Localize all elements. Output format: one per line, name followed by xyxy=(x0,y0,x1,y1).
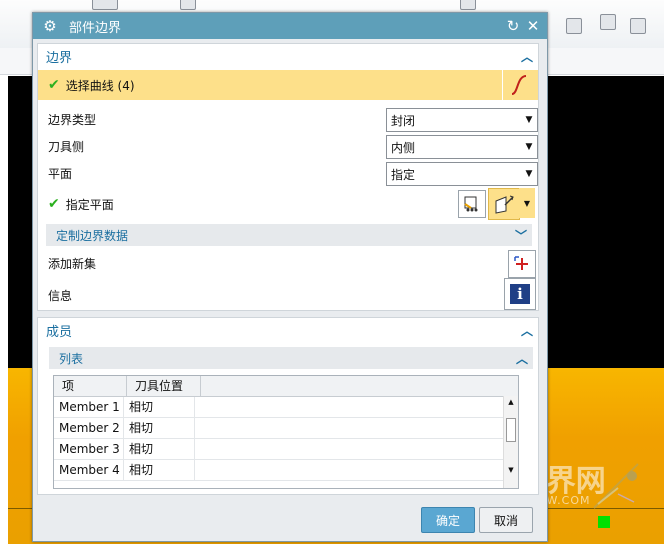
table-row[interactable]: Member 2 相切 xyxy=(54,418,518,439)
tool-position-cell: 相切 xyxy=(124,418,195,438)
specify-plane-row[interactable]: ✔ 指定平面 ▼ xyxy=(38,188,538,220)
members-section-title: 成员 xyxy=(46,324,73,340)
select-curve-row[interactable]: ✔ 选择曲线 (4) xyxy=(38,70,538,100)
part-boundary-dialog: ⚙ 部件边界 ↻ ✕ 边界 ︿ ✔ 选择曲线 (4) 边界类型 封闭 ▼ 刀具侧 xyxy=(32,12,548,542)
empty-cell xyxy=(195,418,518,438)
chevron-down-icon[interactable]: ﹀ xyxy=(510,227,532,244)
dialog-titlebar[interactable]: ⚙ 部件边界 ↻ ✕ xyxy=(33,13,547,39)
boundary-type-value: 封闭 xyxy=(391,113,416,128)
member-item-cell: Member 4 xyxy=(54,460,124,480)
member-item-cell: Member 3 xyxy=(54,439,124,459)
cube-icon[interactable] xyxy=(630,18,646,34)
members-table: 项 刀具位置 Member 1 相切 Member 2 相切 Member 3 … xyxy=(53,375,519,489)
chevron-down-icon: ▼ xyxy=(525,142,533,152)
boundary-section-header[interactable]: 边界 ︿ xyxy=(38,44,538,68)
collapse-icon[interactable]: ︿ xyxy=(511,350,533,367)
add-new-set-button[interactable] xyxy=(508,250,536,278)
toolbar-icon[interactable] xyxy=(566,18,582,34)
toolbar-icon[interactable] xyxy=(600,14,616,30)
ok-button[interactable]: 确定 xyxy=(421,507,475,533)
toolbar-icon[interactable] xyxy=(92,0,118,10)
specify-plane-label: 指定平面 xyxy=(65,197,114,212)
member-item-cell: Member 1 xyxy=(54,397,124,417)
chevron-down-icon: ▼ xyxy=(525,169,533,179)
close-icon[interactable]: ✕ xyxy=(523,17,543,35)
collapse-icon[interactable]: ︿ xyxy=(516,322,538,339)
tool-side-select[interactable]: 内侧 ▼ xyxy=(386,135,538,159)
view-triad-icon[interactable] xyxy=(588,454,648,514)
empty-cell xyxy=(195,397,518,417)
scroll-down-icon[interactable]: ▼ xyxy=(504,464,518,476)
info-icon: i xyxy=(510,284,530,304)
add-new-set-row: 添加新集 xyxy=(38,248,538,278)
boundary-type-label: 边界类型 xyxy=(48,112,97,127)
info-row: 信息 i xyxy=(38,278,538,310)
select-curve-label: 选择曲线 (4) xyxy=(65,78,135,93)
list-title: 列表 xyxy=(59,351,84,366)
tool-position-cell: 相切 xyxy=(124,460,195,480)
member-item-cell: Member 2 xyxy=(54,418,124,438)
boundary-type-row: 边界类型 封闭 ▼ xyxy=(38,106,538,132)
tool-position-cell: 相切 xyxy=(124,439,195,459)
boundary-section-title: 边界 xyxy=(46,50,73,66)
table-row[interactable]: Member 4 相切 xyxy=(54,460,518,481)
table-header: 项 刀具位置 xyxy=(54,376,518,397)
plane-row: 平面 指定 ▼ xyxy=(38,160,538,186)
column-header-empty xyxy=(201,376,518,396)
empty-cell xyxy=(195,439,518,459)
info-label: 信息 xyxy=(48,288,73,303)
scroll-thumb[interactable] xyxy=(506,418,516,442)
toolbar-icon[interactable] xyxy=(460,0,476,10)
toolbar-icon[interactable] xyxy=(180,0,196,10)
status-indicator xyxy=(598,516,610,528)
add-new-set-label: 添加新集 xyxy=(48,256,97,271)
tool-side-row: 刀具侧 内侧 ▼ xyxy=(38,133,538,159)
cancel-button[interactable]: 取消 xyxy=(479,507,533,533)
plane-icon[interactable] xyxy=(488,188,520,220)
collapse-icon[interactable]: ︿ xyxy=(516,48,538,65)
custom-boundary-data-label: 定制边界数据 xyxy=(56,228,129,243)
reset-icon[interactable]: ↻ xyxy=(503,17,523,35)
tool-side-label: 刀具侧 xyxy=(48,139,85,154)
tool-position-cell: 相切 xyxy=(124,397,195,417)
plane-value: 指定 xyxy=(391,167,416,182)
plane-options-chevron-icon[interactable]: ▼ xyxy=(519,188,535,218)
empty-cell xyxy=(195,460,518,480)
chevron-down-icon: ▼ xyxy=(525,115,533,125)
tool-side-value: 内侧 xyxy=(391,140,416,155)
table-scrollbar[interactable]: ▲ ▼ xyxy=(503,396,518,488)
plane-label: 平面 xyxy=(48,166,73,181)
members-section-header[interactable]: 成员 ︿ xyxy=(38,318,538,342)
checkmark-icon: ✔ xyxy=(48,77,60,93)
viewport-border xyxy=(0,76,8,544)
checkmark-icon: ✔ xyxy=(48,196,60,212)
table-row[interactable]: Member 3 相切 xyxy=(54,439,518,460)
custom-boundary-data-header[interactable]: 定制边界数据 ﹀ xyxy=(46,224,532,246)
info-button[interactable]: i xyxy=(504,278,536,310)
dialog-title: 部件边界 xyxy=(69,20,122,36)
gear-icon[interactable]: ⚙ xyxy=(41,17,59,35)
plane-dialog-icon[interactable] xyxy=(458,190,486,218)
boundary-type-select[interactable]: 封闭 ▼ xyxy=(386,108,538,132)
scroll-up-icon[interactable]: ▲ xyxy=(504,396,518,408)
boundary-section: 边界 ︿ ✔ 选择曲线 (4) 边界类型 封闭 ▼ 刀具侧 内侧 ▼ 平面 指定… xyxy=(37,43,539,311)
plane-select[interactable]: 指定 ▼ xyxy=(386,162,538,186)
table-row[interactable]: Member 1 相切 xyxy=(54,397,518,418)
column-header-item[interactable]: 项 xyxy=(54,376,127,396)
column-header-tool-position[interactable]: 刀具位置 xyxy=(127,376,201,396)
curve-icon[interactable] xyxy=(502,70,535,100)
list-subsection-header[interactable]: 列表 ︿ xyxy=(49,347,533,369)
